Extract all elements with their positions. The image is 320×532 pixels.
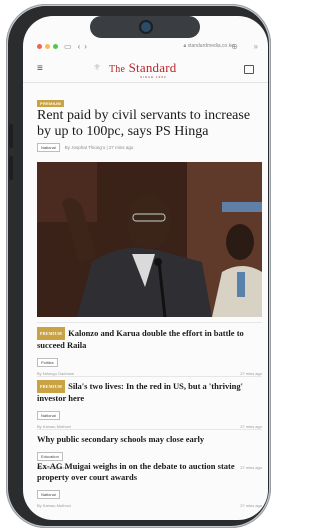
- lead-headline[interactable]: Rent paid by civil servants to increase …: [37, 108, 262, 140]
- browser-toolbar: ▭ ‹ › 🔒︎ standardmedia.co.ke ⊕ »: [23, 38, 268, 54]
- byline: By Josphat Thiong'o | 27 mins ago: [64, 145, 134, 150]
- volume-up-button: [9, 124, 13, 148]
- phone-screen: ▭ ‹ › 🔒︎ standardmedia.co.ke ⊕ » ≡ ⚜ The…: [23, 16, 268, 520]
- maximize-dot[interactable]: [53, 43, 58, 49]
- phone-mockup: ▭ ‹ › 🔒︎ standardmedia.co.ke ⊕ » ≡ ⚜ The…: [0, 0, 279, 532]
- article-headline-text: Kalonzo and Karua double the effort in b…: [37, 328, 244, 350]
- lead-photo[interactable]: [37, 162, 262, 317]
- back-icon[interactable]: ‹: [78, 42, 81, 51]
- account-icon[interactable]: [244, 65, 254, 74]
- category-tag[interactable]: National: [37, 490, 60, 499]
- close-dot[interactable]: [37, 43, 42, 49]
- category-tag[interactable]: Politics: [37, 358, 58, 367]
- volume-down-button: [9, 156, 13, 180]
- share-icon[interactable]: ⊕: [231, 42, 238, 51]
- article-item[interactable]: PREMIUM Kalonzo and Karua double the effo…: [37, 327, 262, 376]
- forward-icon[interactable]: ›: [84, 42, 87, 51]
- site-logo[interactable]: The Standard: [109, 60, 176, 76]
- article-author: By Kamau Muthoni: [37, 503, 71, 508]
- article-headline[interactable]: PREMIUM Sila's two lives: In the red in U…: [37, 380, 262, 404]
- window-controls: [37, 43, 58, 49]
- photo-illustration: [37, 162, 262, 317]
- tabs-icon[interactable]: »: [254, 42, 258, 51]
- site-header: ≡ ⚜ The Standard SINCE 1902: [23, 56, 268, 83]
- logo-the: The: [109, 64, 126, 75]
- menu-icon[interactable]: ≡: [37, 63, 43, 74]
- article-meta: By Kamau Muthoni 27 mins ago: [37, 503, 262, 508]
- divider: [37, 376, 262, 377]
- divider: [37, 429, 262, 430]
- lead-meta: National By Josphat Thiong'o | 27 mins a…: [37, 143, 133, 152]
- premium-badge: PREMIUM: [37, 100, 64, 107]
- category-tag[interactable]: National: [37, 143, 60, 152]
- sidebar-icon[interactable]: ▭: [64, 42, 72, 51]
- camera-icon: [141, 22, 151, 32]
- article-item[interactable]: Ex-AG Muigai weighs in on the debate to …: [37, 461, 262, 508]
- phone-body: ▭ ‹ › 🔒︎ standardmedia.co.ke ⊕ » ≡ ⚜ The…: [6, 4, 271, 528]
- minimize-dot[interactable]: [45, 43, 50, 49]
- article-headline-text: Sila's two lives: In the red in US, but …: [37, 381, 243, 403]
- category-tag[interactable]: National: [37, 411, 60, 420]
- article-headline[interactable]: Why public secondary schools may close e…: [37, 434, 262, 445]
- article-headline[interactable]: PREMIUM Kalonzo and Karua double the effo…: [37, 327, 262, 351]
- lock-icon: 🔒︎: [183, 43, 187, 49]
- article-headline[interactable]: Ex-AG Muigai weighs in on the debate to …: [37, 461, 262, 483]
- premium-badge: PREMIUM: [37, 327, 66, 340]
- logo-name: Standard: [128, 60, 177, 75]
- url-text: standardmedia.co.ke: [187, 43, 234, 49]
- address-bar[interactable]: 🔒︎ standardmedia.co.ke: [184, 43, 234, 49]
- premium-badge: PREMIUM: [37, 380, 66, 393]
- category-tag[interactable]: Education: [37, 452, 63, 461]
- divider: [37, 322, 262, 323]
- article-item[interactable]: PREMIUM Sila's two lives: In the red in U…: [37, 380, 262, 429]
- logo-tagline: SINCE 1902: [140, 75, 167, 79]
- logo-emblem-icon: ⚜: [93, 62, 102, 72]
- dynamic-island: [90, 16, 200, 38]
- article-time: 27 mins ago: [240, 503, 262, 508]
